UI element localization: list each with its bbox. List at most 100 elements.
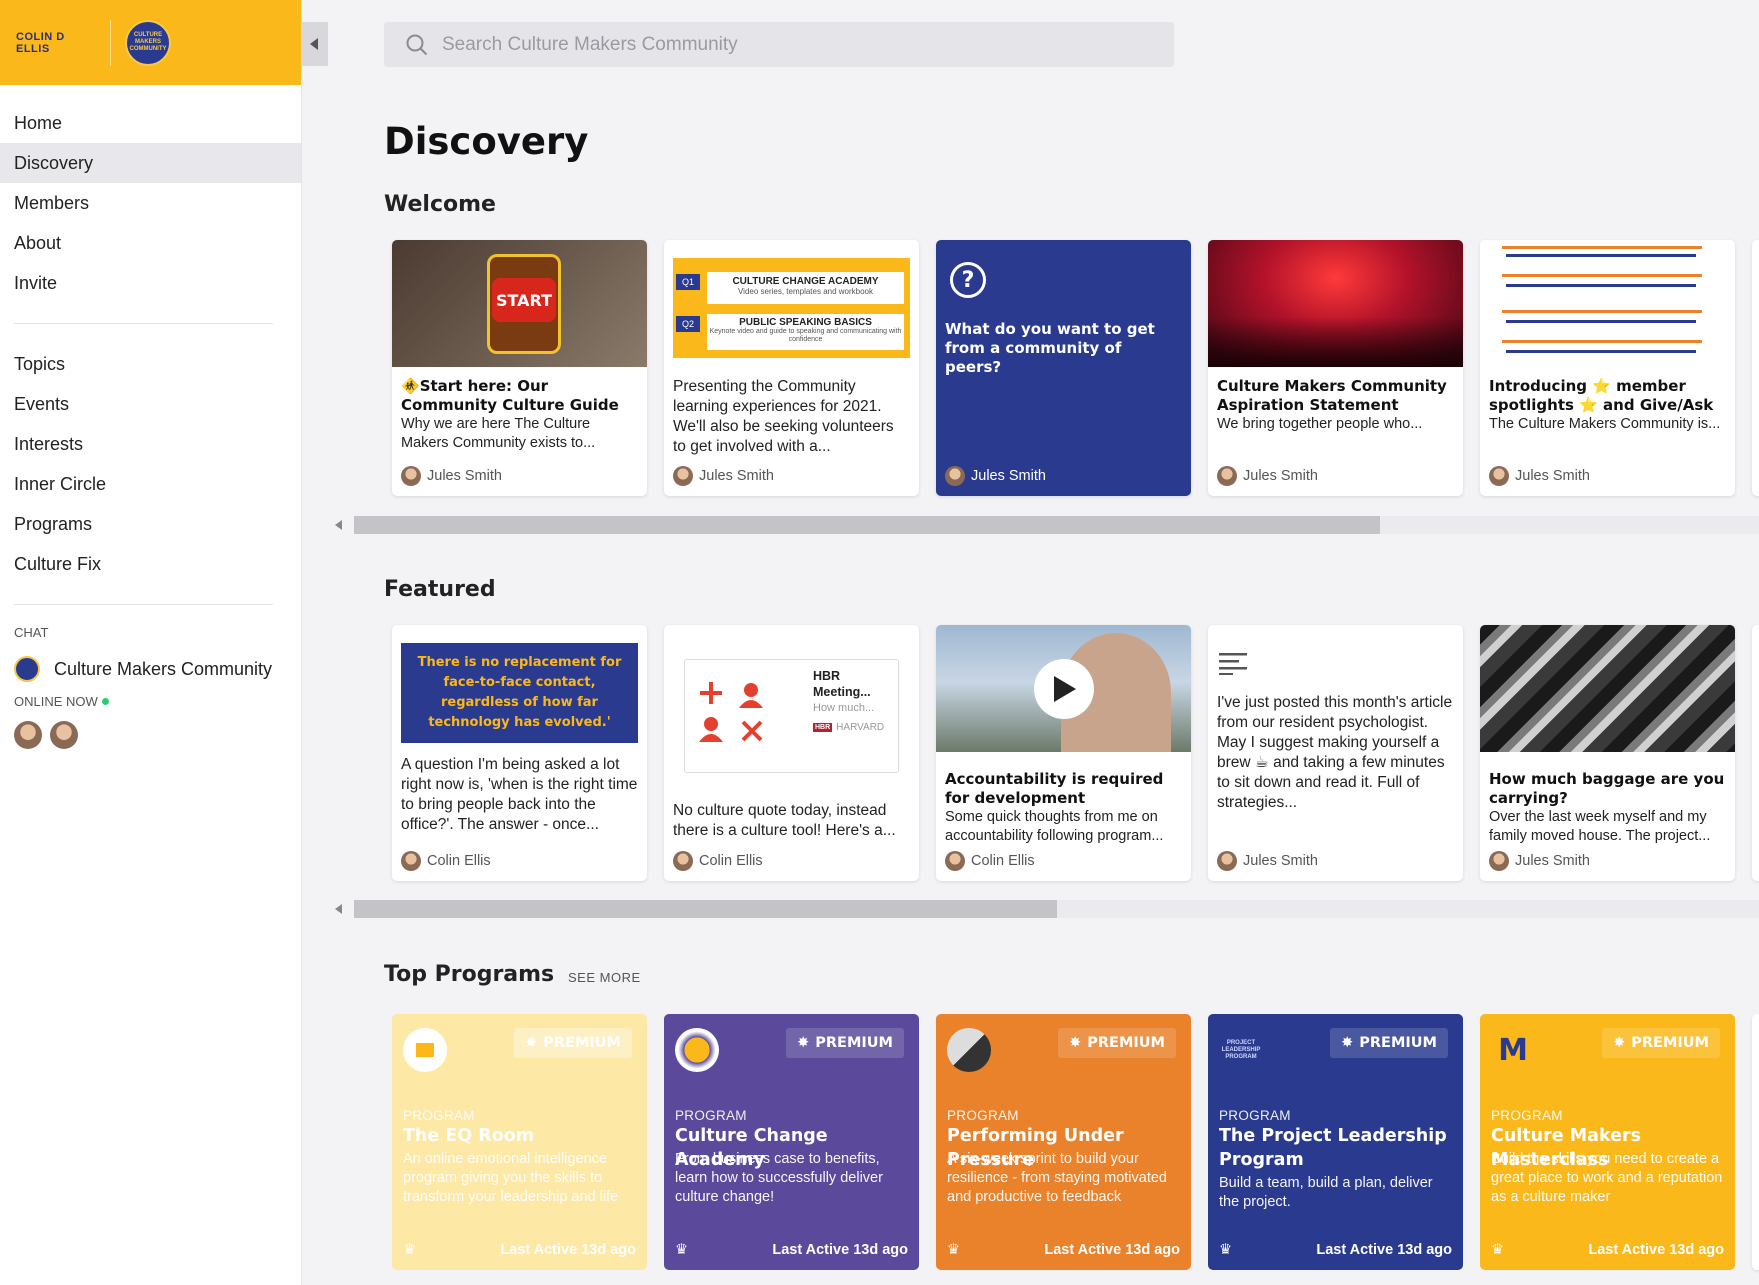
premium-badge: ✸ PREMIUM (1602, 1028, 1720, 1058)
brand-header: COLIN D ELLIS CULTURE MAKERS COMMUNITY (0, 0, 301, 85)
card-author[interactable]: Colin Ellis (945, 851, 1035, 871)
scroll-track[interactable] (354, 516, 1759, 534)
welcome-card[interactable]: START 🚸Start here: Our Community Culture… (392, 240, 647, 496)
give-ask-list-graphic (1502, 246, 1702, 353)
card-author[interactable]: Jules Smith (1489, 466, 1590, 486)
card-author[interactable]: Jules Smith (1217, 851, 1318, 871)
star-icon: ✸ (1341, 1035, 1354, 1051)
card-title: How much baggage are you carrying? (1489, 770, 1725, 807)
video-thumbnail[interactable] (936, 625, 1191, 752)
welcome-card[interactable]: Introducing ⭐ member spotlights ⭐ and Gi… (1480, 240, 1735, 496)
card-author[interactable]: Jules Smith (673, 466, 774, 486)
program-description: Build the skills you need to create a gr… (1491, 1151, 1723, 1205)
avatar (673, 466, 693, 486)
welcome-card[interactable]: ? What do you want to get from a communi… (936, 240, 1191, 496)
nav-item-events[interactable]: Events (0, 384, 301, 424)
nav-item-invite[interactable]: Invite (0, 263, 301, 303)
academy-banner: Q1 CULTURE CHANGE ACADEMY Video series, … (673, 258, 910, 358)
program-card[interactable]: PROJECT LEADERSHIP PROGRAM ✸ PREMIUM PROG… (1208, 1014, 1463, 1270)
nav-item-culture-fix[interactable]: Culture Fix (0, 544, 301, 584)
featured-card[interactable]: Accountability is required for developme… (936, 625, 1191, 881)
program-card[interactable]: ✸ PREMIUM PROGRAM The EQ Room An online e… (392, 1014, 647, 1270)
featured-card[interactable]: There is no replacement for face-to-face… (392, 625, 647, 881)
last-active: Last Active 13d ago (1588, 1242, 1724, 1258)
featured-scrollbar[interactable] (330, 898, 1759, 920)
premium-badge: ✸ PREMIUM (514, 1028, 632, 1058)
online-status-dot (101, 698, 109, 705)
search-input[interactable] (442, 33, 1122, 56)
avatar (1217, 466, 1237, 486)
crowd-graphic (1208, 317, 1463, 367)
scroll-left-arrow[interactable] (330, 520, 346, 530)
nav-item-topics[interactable]: Topics (0, 344, 301, 384)
crown-icon: ♛ (1219, 1242, 1232, 1258)
scroll-left-arrow[interactable] (330, 904, 346, 914)
card-author[interactable]: Jules Smith (1489, 851, 1590, 871)
question-icon: ? (950, 262, 986, 298)
nav-item-members[interactable]: Members (0, 183, 301, 223)
program-kind: PROGRAM (1491, 1108, 1563, 1123)
badge-label: PREMIUM (815, 1035, 893, 1051)
program-description: A six-week sprint to build your resilien… (947, 1151, 1167, 1205)
scroll-thumb[interactable] (354, 516, 1380, 534)
see-more-link[interactable]: SEE MORE (568, 970, 641, 985)
colin-ellis-logo[interactable]: COLIN D ELLIS (16, 23, 96, 63)
card-author[interactable]: Jules Smith (401, 466, 502, 486)
nav-item-home[interactable]: Home (0, 103, 301, 143)
featured-card[interactable]: I've just posted this month's article fr… (1208, 625, 1463, 881)
scroll-track[interactable] (354, 900, 1759, 918)
featured-card[interactable]: HBR Meeting... How much... HBR HARVARD N… (664, 625, 919, 881)
next-card-peek[interactable] (1752, 1014, 1759, 1270)
text-post-icon (1219, 653, 1247, 675)
search-bar[interactable] (384, 22, 1174, 67)
program-card[interactable]: ✸ PREMIUM PROGRAM Performing Under Pressu… (936, 1014, 1191, 1270)
search-icon (406, 34, 428, 55)
premium-badge: ✸ PREMIUM (1058, 1028, 1176, 1058)
link-preview[interactable]: HBR Meeting... How much... HBR HARVARD (684, 659, 899, 773)
author-name: Jules Smith (427, 468, 502, 484)
card-author[interactable]: Colin Ellis (673, 851, 763, 871)
speaking-box: PUBLIC SPEAKING BASICS Keynote video and… (707, 314, 904, 350)
program-card[interactable]: M ✸ PREMIUM PROGRAM Culture Makers Master… (1480, 1014, 1735, 1270)
q1-tag: Q1 (676, 274, 700, 290)
chat-room-culture-makers[interactable]: Culture Makers Community (0, 648, 301, 690)
avatar[interactable] (14, 721, 42, 749)
next-card-peek[interactable] (1752, 240, 1759, 496)
avatar (945, 851, 965, 871)
nav-item-discovery[interactable]: Discovery (0, 143, 301, 183)
community-badge-logo[interactable]: CULTURE MAKERS COMMUNITY (125, 19, 171, 66)
nav-item-interests[interactable]: Interests (0, 424, 301, 464)
program-description: From business case to benefits, learn ho… (675, 1151, 883, 1205)
nav-item-about[interactable]: About (0, 223, 301, 263)
scroll-thumb[interactable] (354, 900, 1057, 918)
sidebar: COLIN D ELLIS CULTURE MAKERS COMMUNITY H… (0, 0, 302, 1285)
featured-card[interactable]: How much baggage are you carrying? Over … (1480, 625, 1735, 881)
nav-item-programs[interactable]: Programs (0, 504, 301, 544)
welcome-scrollbar[interactable] (330, 514, 1759, 536)
card-excerpt: Over the last week myself and my family … (1489, 809, 1711, 844)
welcome-card[interactable]: Q1 CULTURE CHANGE ACADEMY Video series, … (664, 240, 919, 496)
card-author[interactable]: Colin Ellis (401, 851, 491, 871)
play-button[interactable] (1034, 659, 1094, 719)
card-thumbnail (1208, 240, 1463, 367)
main-content: Discovery Welcome START 🚸Start here: Our… (330, 0, 1759, 1285)
welcome-card[interactable]: Culture Makers Community Aspiration Stat… (1208, 240, 1463, 496)
brand-logo-text: COLIN D ELLIS (16, 30, 65, 55)
author-name: Colin Ellis (699, 853, 763, 869)
academy-sub: Video series, templates and workbook (737, 287, 874, 296)
program-card[interactable]: ✸ PREMIUM PROGRAM Culture Change Academy … (664, 1014, 919, 1270)
next-card-peek[interactable] (1752, 625, 1759, 881)
crown-icon: ♛ (1491, 1242, 1504, 1258)
academy-title: CULTURE CHANGE ACADEMY (732, 276, 879, 287)
crown-icon: ♛ (947, 1242, 960, 1258)
avatar[interactable] (50, 721, 78, 749)
card-author[interactable]: Jules Smith (945, 466, 1046, 486)
card-thumbnail (1480, 240, 1735, 367)
nav-item-inner-circle[interactable]: Inner Circle (0, 464, 301, 504)
online-members (0, 721, 301, 749)
card-author[interactable]: Jules Smith (1217, 466, 1318, 486)
collapse-sidebar-button[interactable] (302, 22, 328, 66)
author-name: Jules Smith (1515, 468, 1590, 484)
primary-nav: Home Discovery Members About Invite (0, 103, 301, 303)
card-title: Accountability is required for developme… (945, 770, 1164, 807)
